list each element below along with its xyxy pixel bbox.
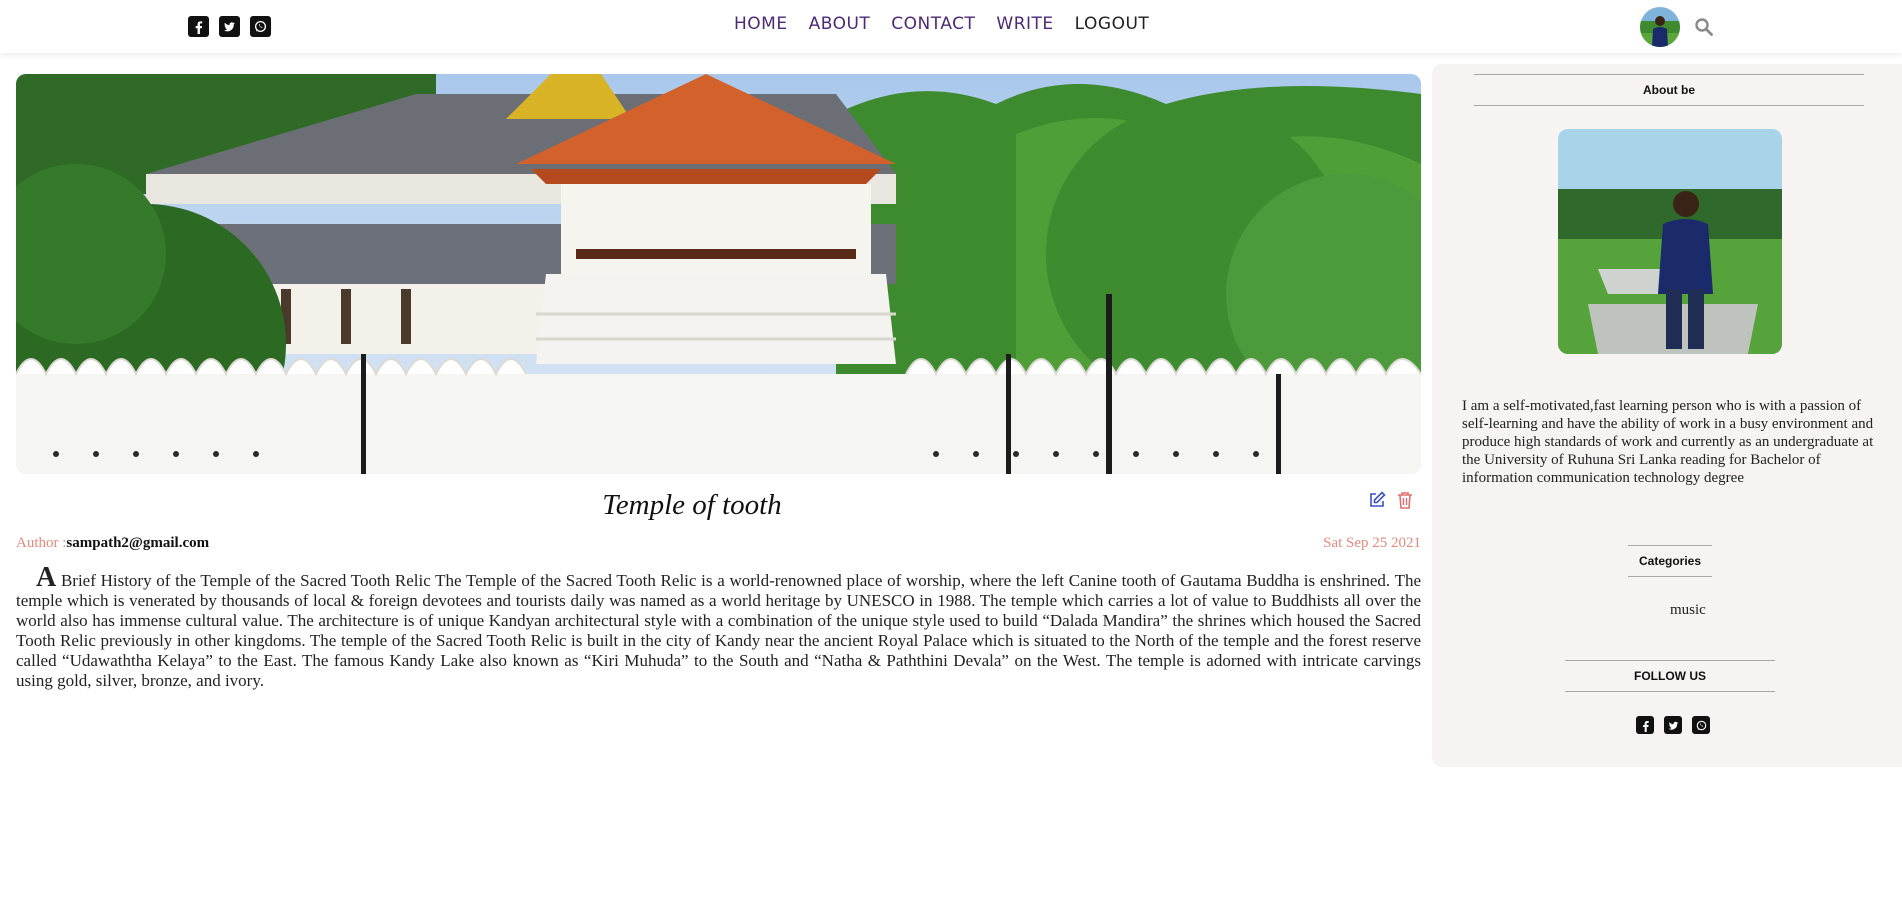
about-text: I am a self-motivated,fast learning pers…	[1462, 398, 1874, 486]
delete-icon[interactable]	[1396, 491, 1414, 509]
post-body-text: Brief History of the Temple of the Sacre…	[16, 571, 1421, 690]
sidebar: About be I am a self-motivated,fast lear…	[1432, 64, 1902, 767]
post-author: Author :sampath2@gmail.com	[16, 535, 209, 552]
post-title: Temple of tooth	[602, 489, 782, 521]
about-heading: About be	[1474, 74, 1864, 106]
nav-about[interactable]: ABOUT	[809, 14, 871, 34]
facebook-icon[interactable]	[188, 16, 209, 37]
post-actions	[1368, 491, 1414, 509]
top-bar: HOME ABOUT CONTACT WRITE LOGOUT	[0, 0, 1902, 53]
post-main: Temple of tooth Author :sampath2@gmail.c…	[16, 74, 1421, 690]
categories-heading: Categories	[1628, 545, 1712, 577]
author-email: sampath2@gmail.com	[66, 535, 210, 551]
author-label: Author :	[16, 535, 67, 551]
whatsapp-icon[interactable]	[250, 16, 271, 37]
search-icon[interactable]	[1694, 17, 1714, 37]
main-nav: HOME ABOUT CONTACT WRITE LOGOUT	[734, 14, 1149, 34]
nav-logout[interactable]: LOGOUT	[1075, 14, 1150, 34]
nav-contact[interactable]: CONTACT	[891, 14, 975, 34]
post-hero-image	[16, 74, 1421, 474]
facebook-icon[interactable]	[1636, 716, 1654, 734]
top-social-links	[188, 16, 271, 37]
nav-home[interactable]: HOME	[734, 14, 788, 34]
follow-heading: FOLLOW US	[1565, 660, 1775, 692]
post-dropcap: A	[36, 562, 57, 593]
sidebar-social-links	[1636, 716, 1710, 734]
nav-write[interactable]: WRITE	[996, 14, 1053, 34]
edit-icon[interactable]	[1368, 491, 1386, 509]
post-body: A Brief History of the Temple of the Sac…	[16, 564, 1421, 691]
about-photo	[1558, 129, 1782, 354]
category-item[interactable]: music	[1670, 602, 1706, 619]
twitter-icon[interactable]	[219, 16, 240, 37]
twitter-icon[interactable]	[1664, 716, 1682, 734]
whatsapp-icon[interactable]	[1692, 716, 1710, 734]
user-avatar[interactable]	[1640, 7, 1680, 47]
post-date: Sat Sep 25 2021	[1323, 535, 1421, 551]
